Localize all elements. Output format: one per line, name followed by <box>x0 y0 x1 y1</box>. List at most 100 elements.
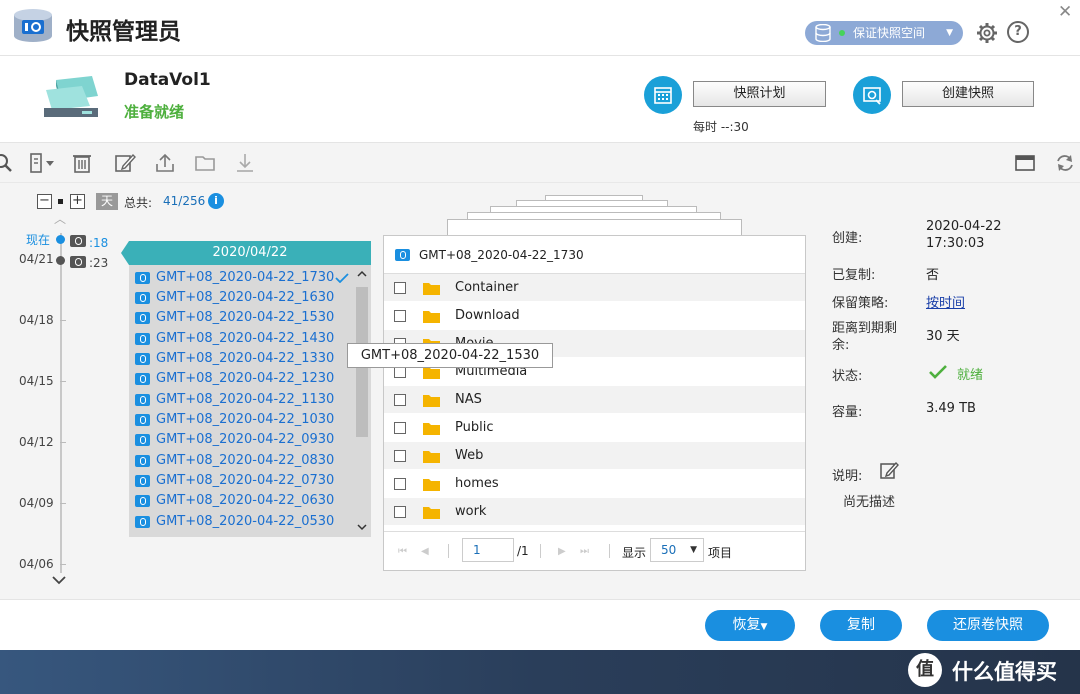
snapshot-list-scrollbar[interactable] <box>354 265 370 537</box>
snapshot-icon <box>135 495 150 507</box>
view-mode-icon[interactable] <box>29 152 57 174</box>
folder-icon <box>423 479 440 491</box>
create-snapshot-icon[interactable] <box>853 76 891 114</box>
file-name: Container <box>455 280 519 295</box>
timeline-entry-time[interactable]: :18 <box>89 236 108 250</box>
capacity-value: 3.49 TB <box>926 401 976 416</box>
gear-icon[interactable] <box>976 22 998 44</box>
file-row[interactable]: Container <box>384 274 805 302</box>
edit-description-icon[interactable] <box>880 461 899 480</box>
snapshot-icon <box>135 292 150 304</box>
file-checkbox[interactable] <box>394 450 406 462</box>
first-page-icon[interactable]: ⏮ <box>398 546 407 557</box>
scroll-up-icon[interactable] <box>357 270 367 278</box>
file-checkbox[interactable] <box>394 310 406 322</box>
title-bar: 快照管理员 保证快照空间 ▼ ? ✕ <box>0 0 1080 56</box>
day-badge[interactable]: 天 <box>96 193 118 210</box>
timeline-date: 04/18 <box>19 313 54 327</box>
dropdown-caret-icon: ▼ <box>690 545 697 555</box>
close-icon[interactable]: ✕ <box>1058 2 1072 22</box>
folder-icon[interactable] <box>194 152 216 174</box>
file-row[interactable]: homes <box>384 470 805 498</box>
next-page-icon[interactable]: ▶ <box>558 546 566 557</box>
snapshot-list-item[interactable]: GMT+08_2020-04-22_1730 <box>129 268 355 288</box>
create-snapshot-button[interactable]: 创建快照 <box>902 81 1034 107</box>
timeline-date: 04/15 <box>19 374 54 388</box>
volume-icon <box>44 76 98 117</box>
snapshot-list-item[interactable]: GMT+08_2020-04-22_1330 <box>129 349 355 369</box>
snapshot-list-item[interactable]: GMT+08_2020-04-22_1130 <box>129 390 355 410</box>
toolbar <box>0 143 1080 183</box>
pagination-bar: ⏮ ◀ 1 /1 ▶ ⏭ 显示 50 ▼ 项目 <box>384 531 805 570</box>
snapshot-list-item[interactable]: GMT+08_2020-04-22_0830 <box>129 451 355 471</box>
snapshot-list-item[interactable]: GMT+08_2020-04-22_1630 <box>129 288 355 308</box>
file-row[interactable]: Web <box>384 442 805 470</box>
delete-icon[interactable] <box>71 152 93 174</box>
pagination-divider <box>540 544 541 558</box>
folder-icon <box>423 311 440 323</box>
replicated-label: 已复制: <box>832 268 876 283</box>
snapshot-schedule-button[interactable]: 快照计划 <box>693 81 826 107</box>
snapshot-list-item[interactable]: GMT+08_2020-04-22_1030 <box>129 410 355 430</box>
snapshot-list-item[interactable]: GMT+08_2020-04-22_1430 <box>129 329 355 349</box>
snapshot-icon <box>395 249 410 261</box>
file-row[interactable]: work <box>384 498 805 526</box>
copy-button[interactable]: 复制 <box>820 610 902 641</box>
schedule-calendar-icon[interactable] <box>644 76 682 114</box>
snapshot-list-item[interactable]: GMT+08_2020-04-22_1530 <box>129 308 355 328</box>
window-icon[interactable] <box>1014 152 1036 174</box>
snapshot-list-item[interactable]: GMT+08_2020-04-22_0730 <box>129 471 355 491</box>
folder-icon <box>423 283 440 295</box>
snapshot-list-item[interactable]: GMT+08_2020-04-22_0630 <box>129 491 355 511</box>
file-checkbox[interactable] <box>394 282 406 294</box>
now-marker <box>56 235 65 244</box>
file-checkbox[interactable] <box>394 478 406 490</box>
created-label: 创建: <box>832 231 863 246</box>
pagination-divider <box>448 544 449 558</box>
snapshot-list: GMT+08_2020-04-22_1730 GMT+08_2020-04-22… <box>129 265 371 537</box>
snapshot-icon <box>135 333 150 345</box>
file-panel-title: GMT+08_2020-04-22_1730 <box>384 236 805 274</box>
file-checkbox[interactable] <box>394 506 406 518</box>
last-page-icon[interactable]: ⏭ <box>580 546 589 557</box>
snapshot-list-item[interactable]: GMT+08_2020-04-22_0930 <box>129 430 355 450</box>
help-icon[interactable]: ? <box>1007 21 1029 43</box>
download-icon[interactable] <box>234 152 256 174</box>
restore-button[interactable]: 恢复▼ <box>705 610 795 641</box>
collapse-button[interactable]: − <box>37 194 52 209</box>
snapshot-list-item[interactable]: GMT+08_2020-04-22_0530 <box>129 512 355 532</box>
prev-page-icon[interactable]: ◀ <box>421 546 429 557</box>
timeline-entry-time[interactable]: :23 <box>89 256 108 270</box>
snapshot-list-item[interactable]: GMT+08_2020-04-22_1230 <box>129 369 355 389</box>
guarantee-snapshot-space-button[interactable]: 保证快照空间 ▼ <box>805 21 963 45</box>
replicated-value: 否 <box>926 268 940 283</box>
file-checkbox[interactable] <box>394 394 406 406</box>
upload-icon[interactable] <box>154 152 176 174</box>
page-number-input[interactable]: 1 <box>462 538 514 562</box>
snapshot-camera-icon[interactable] <box>70 256 86 268</box>
check-icon <box>929 365 947 379</box>
file-checkbox[interactable] <box>394 422 406 434</box>
folder-icon <box>423 423 440 435</box>
items-per-page-select[interactable]: 50 ▼ <box>650 538 704 562</box>
refresh-icon[interactable] <box>1054 152 1076 174</box>
snapshot-camera-icon[interactable] <box>70 235 86 247</box>
file-row[interactable]: NAS <box>384 386 805 414</box>
retention-link[interactable]: 按时间 <box>926 292 965 311</box>
search-icon[interactable] <box>0 152 14 174</box>
edit-icon[interactable] <box>114 152 136 174</box>
revert-volume-snapshot-button[interactable]: 还原卷快照 <box>927 610 1049 641</box>
scroll-down-icon[interactable] <box>357 523 367 531</box>
file-row[interactable]: Download <box>384 302 805 330</box>
app-logo-icon <box>14 9 52 42</box>
expand-button[interactable]: + <box>70 194 85 209</box>
snapshot-icon <box>135 394 150 406</box>
timeline-up-icon[interactable]: ︿ <box>54 210 66 227</box>
timeline-down-icon[interactable] <box>52 575 66 585</box>
timeline-tick <box>60 564 66 565</box>
file-row[interactable]: Public <box>384 414 805 442</box>
file-browser-panel: GMT+08_2020-04-22_1730 Container Downloa… <box>383 235 806 571</box>
info-icon[interactable]: i <box>208 193 224 209</box>
expiry-value: 30 天 <box>926 329 960 344</box>
snapshot-icon <box>135 414 150 426</box>
